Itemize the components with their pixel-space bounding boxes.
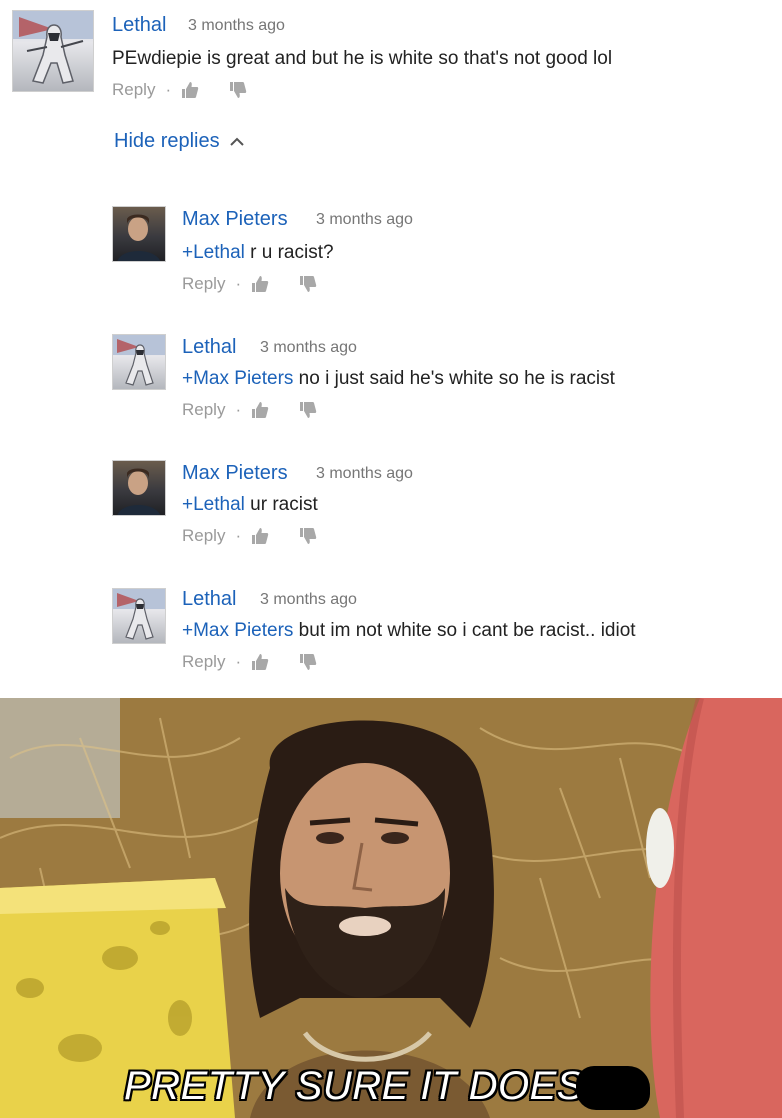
comment-author[interactable]: Max Pieters	[182, 462, 288, 485]
comment-text: +Lethal ur racist	[182, 494, 318, 516]
comment-time[interactable]: 3 months ago	[188, 17, 285, 35]
thumbs-up-icon[interactable]	[251, 275, 269, 293]
comment-actions: Reply ·	[182, 274, 317, 294]
comment-time[interactable]: 3 months ago	[316, 465, 413, 483]
reply-button[interactable]: Reply	[182, 526, 225, 546]
reply-button[interactable]: Reply	[182, 652, 225, 672]
comment-actions: Reply ·	[182, 526, 317, 546]
thumbs-up-icon[interactable]	[251, 527, 269, 545]
separator-dot: ·	[235, 274, 242, 293]
comment-text: +Max Pieters but im not white so i cant …	[182, 620, 636, 642]
comment-body: PEwdiepie is great and but he is white s…	[112, 48, 613, 69]
comment-time[interactable]: 3 months ago	[260, 591, 357, 609]
mention-link[interactable]: +Lethal	[182, 242, 245, 263]
avatar-figure-icon	[113, 589, 165, 640]
separator-dot: ·	[235, 526, 242, 545]
thumbs-up-icon[interactable]	[251, 401, 269, 419]
separator-dot: ·	[235, 400, 242, 419]
avatar-person-icon	[117, 214, 160, 261]
mention-link[interactable]: +Max Pieters	[182, 620, 293, 641]
comment-body: no i just said he's white so he is racis…	[293, 368, 615, 389]
meme-caption: PRETTY SURE IT DOES	[124, 1064, 584, 1108]
comment-author[interactable]: Max Pieters	[182, 208, 288, 231]
reply-comment: Max Pieters 3 months ago +Lethal r u rac…	[112, 206, 772, 306]
redaction-blot	[576, 1066, 650, 1110]
comment-time[interactable]: 3 months ago	[316, 211, 413, 229]
thumbs-up-icon[interactable]	[181, 81, 199, 99]
thumbs-down-icon[interactable]	[299, 401, 317, 419]
avatar[interactable]	[112, 460, 166, 516]
comment-author[interactable]: Lethal	[182, 588, 237, 611]
avatar-person-icon	[117, 468, 160, 515]
reply-button[interactable]: Reply	[182, 274, 225, 294]
thumbs-down-icon[interactable]	[229, 81, 247, 99]
comment-actions: Reply ·	[112, 80, 247, 100]
comment-text: PEwdiepie is great and but he is white s…	[112, 48, 612, 70]
comment-body: ur racist	[244, 494, 318, 515]
comment-author[interactable]: Lethal	[112, 14, 167, 37]
thumbs-up-icon[interactable]	[251, 653, 269, 671]
avatar[interactable]	[112, 206, 166, 262]
comment-actions: Reply ·	[182, 400, 317, 420]
separator-dot: ·	[165, 80, 172, 99]
avatar-figure-icon	[13, 11, 93, 84]
avatar-figure-icon	[113, 335, 165, 386]
reply-button[interactable]: Reply	[182, 400, 225, 420]
comment-author[interactable]: Lethal	[182, 336, 237, 359]
comment-body: but im not white so i cant be racist.. i…	[293, 620, 636, 641]
mention-link[interactable]: +Lethal	[182, 494, 245, 515]
thumbs-down-icon[interactable]	[299, 275, 317, 293]
chevron-up-icon	[229, 130, 244, 153]
thumbs-down-icon[interactable]	[299, 653, 317, 671]
comment-time[interactable]: 3 months ago	[260, 339, 357, 357]
avatar[interactable]	[12, 10, 94, 92]
thumbs-down-icon[interactable]	[299, 527, 317, 545]
comment-text: +Max Pieters no i just said he's white s…	[182, 368, 615, 390]
reply-comment: Max Pieters 3 months ago +Lethal ur raci…	[112, 460, 772, 560]
comment-top: Lethal 3 months ago PEwdiepie is great a…	[12, 10, 772, 110]
mention-link[interactable]: +Max Pieters	[182, 368, 293, 389]
meme-scene-illustration	[0, 698, 782, 1118]
reply-button[interactable]: Reply	[112, 80, 155, 100]
comment-actions: Reply ·	[182, 652, 317, 672]
hide-replies-button[interactable]: Hide replies	[114, 130, 244, 153]
comment-thread: Lethal 3 months ago PEwdiepie is great a…	[0, 0, 782, 698]
reply-comment: Lethal 3 months ago +Max Pieters but im …	[112, 588, 772, 688]
reply-comment: Lethal 3 months ago +Max Pieters no i ju…	[112, 334, 772, 434]
hide-replies-label: Hide replies	[114, 130, 220, 152]
meme-image: PRETTY SURE IT DOES	[0, 698, 782, 1118]
separator-dot: ·	[235, 652, 242, 671]
comment-text: +Lethal r u racist?	[182, 242, 334, 264]
avatar[interactable]	[112, 588, 166, 644]
comment-body: r u racist?	[244, 242, 334, 263]
avatar[interactable]	[112, 334, 166, 390]
